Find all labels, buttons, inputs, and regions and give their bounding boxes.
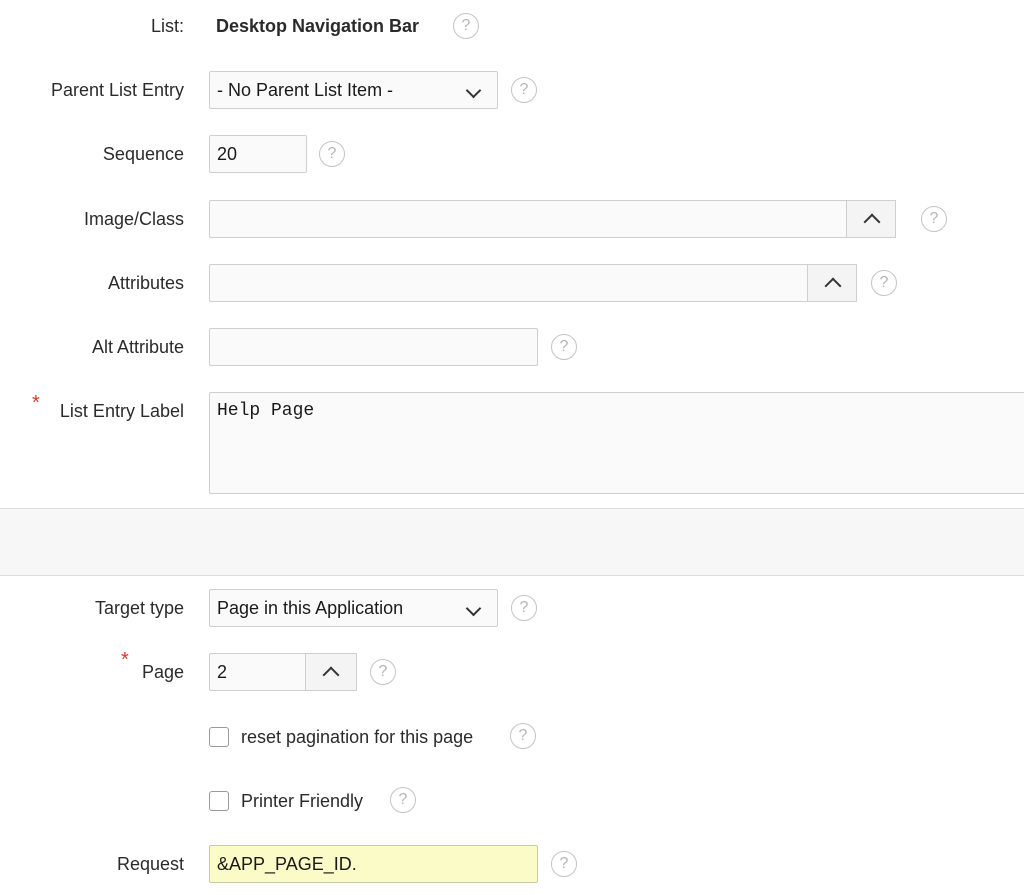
list-entry-label-label: List Entry Label (59, 401, 184, 421)
help-circle-icon[interactable]: ? (871, 270, 897, 296)
help-circle-icon[interactable]: ? (370, 659, 396, 685)
request-input[interactable]: &APP_PAGE_ID. (209, 845, 538, 883)
reset-pagination-label: reset pagination for this page (241, 727, 474, 747)
list-value: Desktop Navigation Bar (216, 16, 420, 36)
sequence-label: Sequence (102, 144, 184, 164)
section-divider (0, 508, 1024, 576)
image-class-popup-button[interactable] (846, 200, 896, 238)
attributes-label: Attributes (107, 273, 184, 293)
parent-list-entry-value: - No Parent List Item - (217, 80, 394, 100)
attributes-popup-button[interactable] (807, 264, 857, 302)
help-circle-icon[interactable]: ? (390, 787, 416, 813)
required-marker: * (32, 392, 40, 414)
help-circle-icon[interactable]: ? (551, 334, 577, 360)
sequence-input[interactable]: 20 (209, 135, 307, 173)
page-label: Page (141, 662, 184, 682)
help-circle-icon[interactable]: ? (510, 723, 536, 749)
help-circle-icon[interactable]: ? (921, 206, 947, 232)
chevron-up-icon (863, 213, 881, 231)
help-circle-icon[interactable]: ? (511, 77, 537, 103)
target-type-label: Target type (94, 598, 184, 618)
help-circle-icon[interactable]: ? (511, 595, 537, 621)
parent-list-entry-label: Parent List Entry (50, 80, 184, 100)
parent-list-entry-select[interactable]: - No Parent List Item - (209, 71, 498, 109)
page-input[interactable]: 2 (209, 653, 307, 691)
target-type-select[interactable]: Page in this Application (209, 589, 498, 627)
image-class-label: Image/Class (83, 209, 184, 229)
chevron-down-icon (465, 82, 482, 99)
required-marker: * (121, 649, 129, 671)
help-circle-icon[interactable]: ? (319, 141, 345, 167)
reset-pagination-checkbox[interactable] (209, 727, 229, 747)
page-popup-button[interactable] (305, 653, 357, 691)
help-circle-icon[interactable]: ? (551, 851, 577, 877)
chevron-up-icon (824, 277, 842, 295)
list-label: List: (150, 16, 184, 36)
list-entry-label-textarea[interactable]: Help Page (209, 392, 1024, 494)
alt-attribute-label: Alt Attribute (91, 337, 184, 357)
chevron-down-icon (465, 600, 482, 617)
chevron-up-icon (322, 666, 340, 684)
attributes-input[interactable] (209, 264, 809, 302)
help-circle-icon[interactable]: ? (453, 13, 479, 39)
alt-attribute-input[interactable] (209, 328, 538, 366)
printer-friendly-label: Printer Friendly (241, 791, 364, 811)
request-label: Request (116, 854, 184, 874)
target-type-value: Page in this Application (217, 598, 404, 618)
image-class-input[interactable] (209, 200, 848, 238)
printer-friendly-checkbox[interactable] (209, 791, 229, 811)
